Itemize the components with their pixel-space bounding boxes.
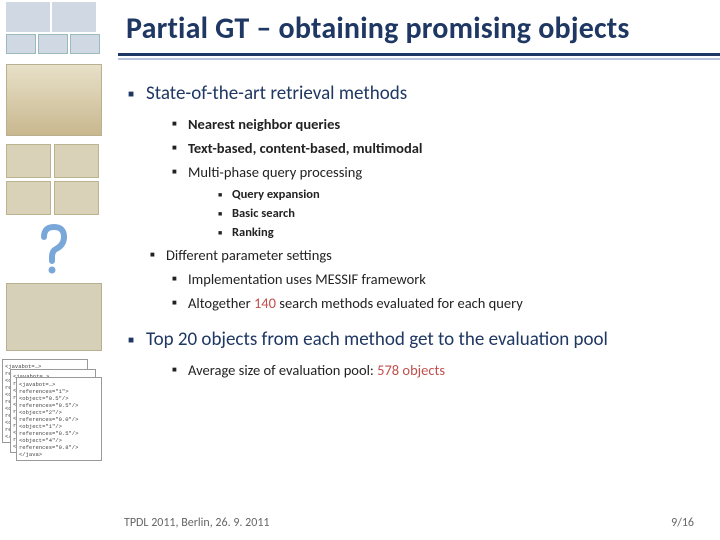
bullet-level2: Multi-phase query processing	[188, 163, 710, 181]
pyramid-image	[6, 64, 102, 136]
thumb-image	[52, 2, 96, 32]
thumb-image	[6, 34, 36, 54]
thumb-image	[6, 181, 51, 215]
xml-card: <javabot=…> references="1"> <object="0.5…	[16, 377, 102, 461]
bullet-level3: Ranking	[232, 225, 710, 240]
bullet-level2: Text-based, content-based, multimodal	[188, 139, 710, 157]
footer-page-number: 9/16	[671, 516, 694, 530]
question-mark-icon	[6, 221, 102, 277]
highlight-number: 578 objects	[377, 361, 445, 379]
bullet-list: State-of-the-art retrieval methods Neare…	[118, 60, 720, 379]
bullet-level2: Nearest neighbor queries	[188, 115, 710, 133]
slide-title: Partial GT – obtaining promising objects	[118, 0, 720, 49]
thumb-image	[38, 34, 68, 54]
bullet-level2: Altogether 140 search methods evaluated …	[188, 294, 710, 312]
bullet-level3: Query expansion	[232, 187, 710, 202]
bullet-level1: Top 20 objects from each method get to t…	[146, 328, 710, 351]
bullet-level3: Basic search	[232, 206, 710, 221]
main-content: Partial GT – obtaining promising objects…	[118, 0, 720, 540]
thumb-row-top	[0, 0, 108, 56]
thumb-image	[6, 144, 51, 178]
bullet-text: Average size of evaluation pool:	[188, 361, 377, 379]
bullet-level2: Different parameter settings	[166, 246, 710, 264]
thumb-image	[70, 34, 100, 54]
highlight-number: 140	[254, 294, 276, 312]
bullet-level2: Implementation uses MESSIF framework	[188, 270, 710, 288]
sidebar-image-strip: <javabot=…> references="1"> <object="0.5…	[0, 0, 108, 540]
bullet-text: Altogether	[188, 294, 254, 312]
pyramid-grid	[6, 144, 102, 215]
thumb-image	[54, 144, 99, 178]
bullet-level1: State-of-the-art retrieval methods	[146, 82, 710, 105]
bullet-text: search methods evaluated for each query	[276, 294, 523, 312]
thumb-image	[54, 181, 99, 215]
bullet-level2: Average size of evaluation pool: 578 obj…	[188, 361, 710, 379]
xml-cards-stack: <javabot=…> references="1"> <object="0.5…	[2, 359, 102, 459]
slide-footer: TPDL 2011, Berlin, 26. 9. 2011 9/16	[118, 516, 708, 530]
title-underline	[118, 53, 720, 56]
slide: <javabot=…> references="1"> <object="0.5…	[0, 0, 720, 540]
thumb-image	[6, 2, 50, 32]
footer-venue: TPDL 2011, Berlin, 26. 9. 2011	[124, 516, 269, 530]
misc-image	[6, 283, 102, 351]
